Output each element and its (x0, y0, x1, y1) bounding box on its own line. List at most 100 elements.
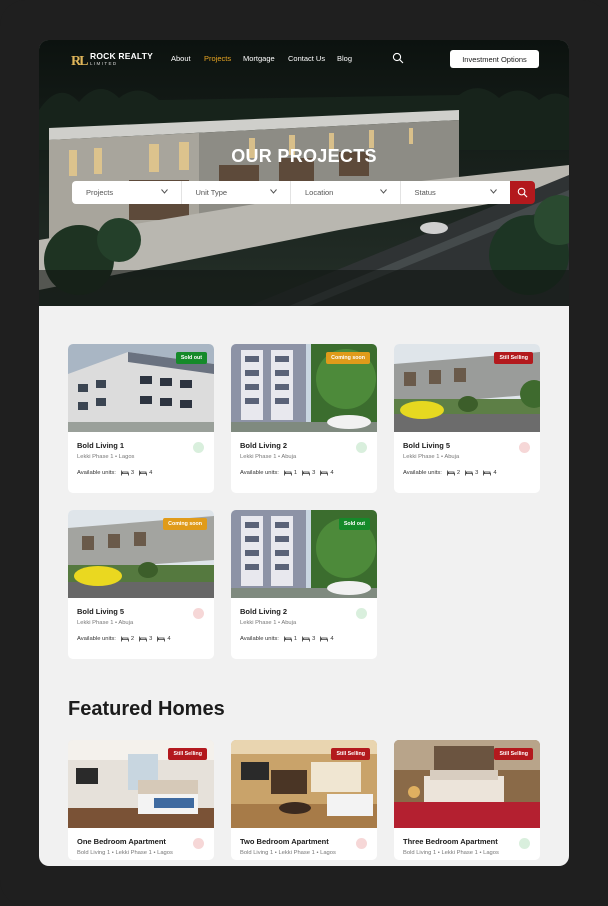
status-badge: Still Selling (168, 748, 207, 760)
home-card[interactable]: Still Selling One Bedroom Apartment Bold… (68, 740, 214, 860)
chevron-down-icon (270, 189, 277, 194)
building-icon (356, 442, 367, 453)
status-badge: Still Selling (494, 748, 533, 760)
investment-options-button[interactable]: Investment Options (450, 50, 539, 68)
chevron-down-icon (490, 189, 497, 194)
home-image: Still Selling (68, 740, 214, 828)
project-location: Lekki Phase 1 • Abuja (403, 454, 460, 460)
filter-label: Status (414, 188, 436, 197)
tablet-frame: RL ROCK REALTY LIMITED About Projects Mo… (0, 0, 608, 906)
home-location: Bold Living 1 • Lekki Phase 1 • Lagos (403, 850, 499, 856)
status-badge: Still Selling (331, 748, 370, 760)
house-icon (356, 838, 367, 849)
nav-mortgage[interactable]: Mortgage (243, 54, 275, 63)
home-card[interactable]: Still Selling Three Bedroom Apartment Bo… (394, 740, 540, 860)
project-location: Lekki Phase 1 • Abuja (240, 620, 297, 626)
unit-count: 3 (312, 470, 316, 476)
nav-blog[interactable]: Blog (337, 54, 352, 63)
filter-projects[interactable]: Projects (72, 181, 182, 204)
project-image: Sold out (68, 344, 214, 432)
house-icon (193, 608, 204, 619)
status-badge: Coming soon (326, 352, 370, 364)
unit-option: 3 (302, 470, 315, 476)
available-units: Available units: 1 3 4 (240, 468, 339, 478)
building-icon (356, 608, 367, 619)
unit-count: 4 (493, 470, 497, 476)
bed-icon (139, 636, 148, 642)
bed-icon (320, 470, 329, 476)
unit-option: 3 (120, 470, 135, 476)
project-image: Still Selling (394, 344, 540, 432)
project-location: Lekki Phase 1 • Abuja (240, 454, 297, 460)
project-image: Coming soon (68, 510, 214, 598)
nav-projects[interactable]: Projects (204, 54, 231, 63)
project-card[interactable]: Coming soon Bold Living 5 Lekki Phase 1 … (68, 510, 214, 659)
bed-icon (120, 470, 129, 476)
filter-location[interactable]: Location (291, 181, 401, 204)
filter-label: Projects (86, 188, 114, 197)
filter-status[interactable]: Status (401, 181, 511, 204)
search-icon[interactable] (392, 52, 404, 64)
filter-unit-type[interactable]: Unit Type (182, 181, 291, 204)
unit-count: 4 (330, 470, 334, 476)
status-badge: Sold out (175, 352, 207, 364)
home-image: Still Selling (394, 740, 540, 828)
unit-count: 3 (312, 636, 316, 642)
available-units: Available units: 2 3 4 (403, 468, 502, 478)
project-location: Lekki Phase 1 • Abuja (77, 620, 134, 626)
logo[interactable]: RL ROCK REALTY LIMITED (71, 51, 153, 73)
units-label: Available units: (77, 636, 116, 642)
home-title: Two Bedroom Apartment (240, 837, 329, 846)
unit-count: 3 (130, 470, 135, 476)
unit-option: 4 (320, 470, 334, 476)
logo-mark: RL (71, 54, 88, 69)
building-icon (193, 442, 204, 453)
home-image: Still Selling (231, 740, 377, 828)
units-label: Available units: (403, 470, 442, 476)
project-title: Bold Living 1 (77, 441, 125, 450)
bed-icon (283, 470, 292, 476)
hero-banner: RL ROCK REALTY LIMITED About Projects Mo… (39, 40, 569, 306)
bed-icon (302, 470, 311, 476)
bed-icon (283, 636, 292, 642)
project-title: Bold Living 5 (403, 441, 451, 450)
filter-label: Location (305, 188, 334, 197)
project-card[interactable]: Still Selling Bold Living 5 Lekki Phase … (394, 344, 540, 493)
unit-count: 1 (293, 470, 298, 476)
home-location: Bold Living 1 • Lekki Phase 1 • Lagos (240, 850, 336, 856)
home-card[interactable]: Still Selling Two Bedroom Apartment Bold… (231, 740, 377, 860)
unit-option: 3 (302, 636, 315, 642)
project-title: Bold Living 2 (240, 441, 288, 450)
units-label: Available units: (240, 470, 279, 476)
status-badge: Coming soon (163, 518, 207, 530)
unit-option: 4 (320, 636, 334, 642)
logo-subtitle: LIMITED (90, 61, 118, 66)
unit-option: 2 (120, 636, 135, 642)
home-location: Bold Living 1 • Lekki Phase 1 • Lagos (77, 850, 173, 856)
project-title: Bold Living 5 (77, 607, 125, 616)
filter-bar: Projects Unit Type Location Status (72, 181, 510, 204)
project-card[interactable]: Sold out Bold Living 2 Lekki Phase 1 • A… (231, 510, 377, 659)
unit-option: 3 (465, 470, 478, 476)
project-card[interactable]: Sold out Bold Living 1 Lekki Phase 1 • L… (68, 344, 214, 493)
bed-icon (120, 636, 129, 642)
unit-option: 1 (283, 470, 298, 476)
screen: RL ROCK REALTY LIMITED About Projects Mo… (39, 40, 569, 866)
unit-option: 4 (139, 470, 152, 476)
unit-option: 1 (283, 636, 298, 642)
bed-icon (139, 470, 148, 476)
unit-count: 4 (149, 470, 153, 476)
bed-icon (320, 636, 329, 642)
house-icon (519, 442, 530, 453)
home-title: One Bedroom Apartment (77, 837, 166, 846)
unit-count: 4 (167, 636, 171, 642)
bed-icon (446, 470, 455, 476)
nav-contact-us[interactable]: Contact Us (288, 54, 325, 63)
project-image: Sold out (231, 510, 377, 598)
unit-count: 1 (293, 636, 298, 642)
bed-icon (302, 636, 311, 642)
unit-count: 2 (130, 636, 135, 642)
filter-search-button[interactable] (510, 181, 535, 204)
nav-about[interactable]: About (171, 54, 191, 63)
project-card[interactable]: Coming soon Bold Living 2 Lekki Phase 1 … (231, 344, 377, 493)
